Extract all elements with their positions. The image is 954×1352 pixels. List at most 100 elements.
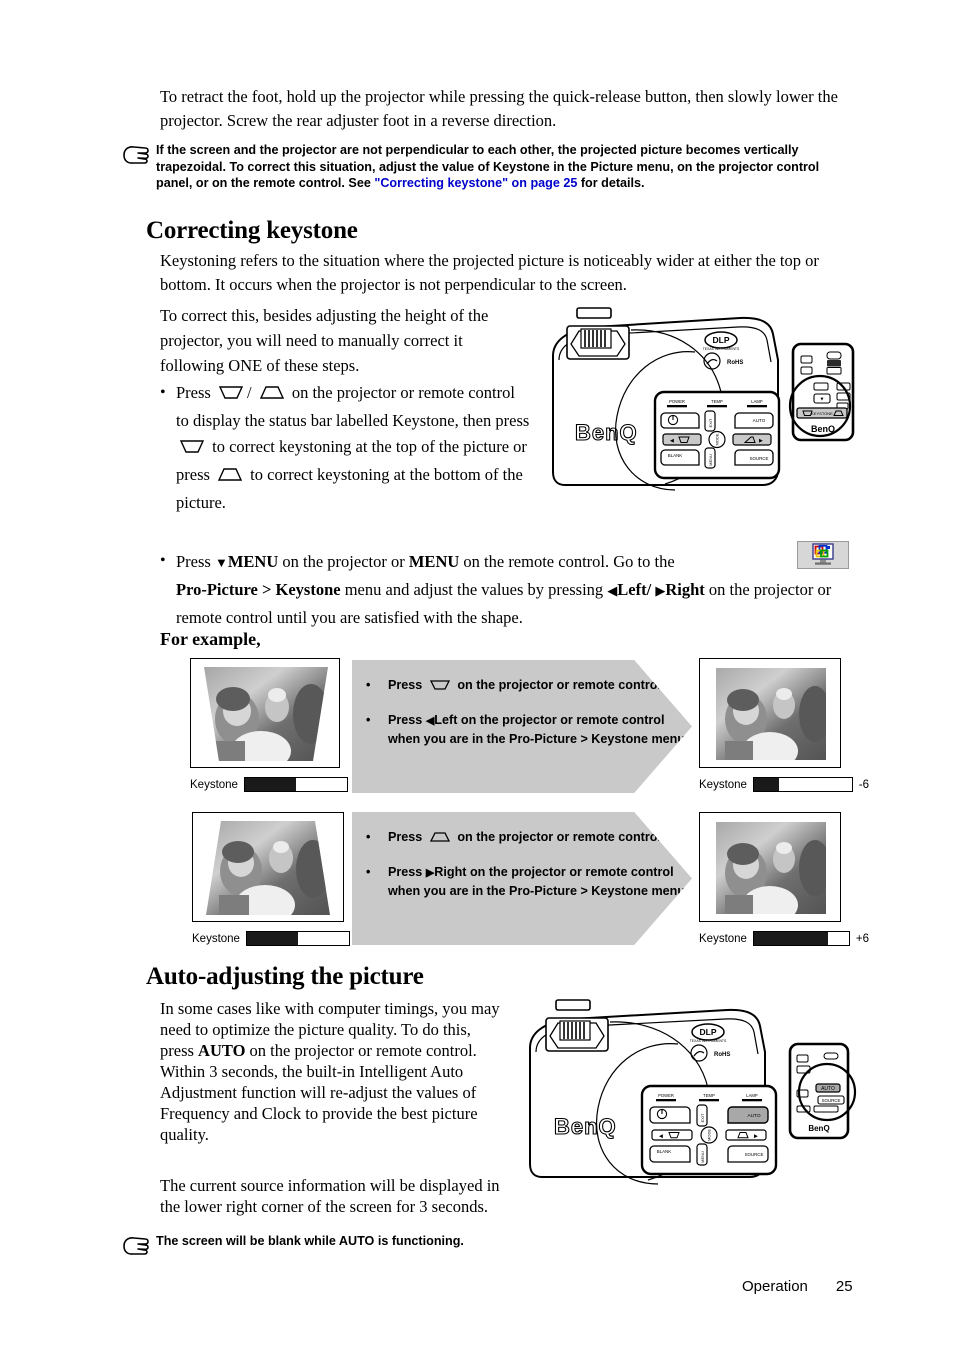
menu-label-projector: MENU xyxy=(227,552,279,571)
callout-1-after: on the projector or remote control. xyxy=(457,678,665,692)
left-button-label: Left/ xyxy=(617,580,652,599)
example-1-callout: • Press on the projector or remote contr… xyxy=(352,660,692,793)
keystone-bar-label: Keystone xyxy=(190,778,238,791)
bullet-menu-navigation-text: Press ▼MENU on the projector or MENU on … xyxy=(176,548,860,631)
svg-text:◀: ◀ xyxy=(659,1134,663,1140)
auto-paragraph-1: In some cases like with computer timings… xyxy=(160,998,500,1145)
svg-text:SOURCE: SOURCE xyxy=(750,456,769,461)
keystone-bar-track[interactable] xyxy=(752,777,853,792)
callout-item-1: • Press on the projector or remote contr… xyxy=(366,676,692,697)
down-triangle-icon: ▼ xyxy=(214,555,228,570)
keystone-bar-label: Keystone xyxy=(699,932,747,945)
projected-image-wide-top xyxy=(190,658,340,768)
keystone-bar-label: Keystone xyxy=(699,778,747,791)
keystone-bar-value: +6 xyxy=(855,932,869,945)
svg-text:BenQ: BenQ xyxy=(554,1114,617,1139)
callout-item-2-text: Press ▶Right on the projector or remote … xyxy=(388,863,692,901)
svg-text:POWER: POWER xyxy=(658,1093,674,1098)
keystone-bar-row: Keystone 0 xyxy=(192,931,362,946)
svg-text:TEXAS INSTRUMENTS: TEXAS INSTRUMENTS xyxy=(703,347,740,351)
menu-monitor-icon-box xyxy=(797,541,849,569)
bullet2-text-4: menu and adjust the values by pressing xyxy=(344,580,604,599)
svg-text:TEMP: TEMP xyxy=(711,399,723,404)
svg-text:RoHS: RoHS xyxy=(727,360,743,366)
svg-text:▶: ▶ xyxy=(759,438,763,444)
projector-illustration-auto: DLP TEXAS INSTRUMENTS RoHS BenQ POWER TE… xyxy=(512,992,872,1192)
bullet-keystone-buttons-text: Press / on the projector or remote contr… xyxy=(176,380,530,516)
bullet1-sep: / xyxy=(246,383,252,402)
callout-item-2: • Press ▶Right on the projector or remot… xyxy=(366,863,692,901)
bullet-marker: • xyxy=(366,712,371,727)
bullet-keystone-buttons: • Press / on the projector or remote con… xyxy=(160,380,530,516)
keystone-up-icon xyxy=(259,382,285,408)
footer-section-label: Operation xyxy=(742,1278,808,1295)
svg-text:DLP: DLP xyxy=(700,1027,717,1037)
keystone-bar-row: Keystone +6 xyxy=(699,931,869,946)
callout-1-press: Press xyxy=(388,830,423,844)
bullet2-text-2: on the projector or xyxy=(282,552,405,571)
right-arrow-icon: ▶ xyxy=(655,583,666,598)
keystone-down-icon xyxy=(218,382,244,408)
keystone-down-icon xyxy=(179,436,205,462)
menu-monitor-icon xyxy=(812,543,834,565)
bullet-marker: • xyxy=(366,864,371,879)
callout-1-after: on the projector or remote control. xyxy=(457,830,665,844)
menu-label-remote: MENU xyxy=(408,552,460,571)
svg-text:DLP: DLP xyxy=(713,335,730,345)
keystone-up-icon xyxy=(429,830,451,849)
heading-auto-adjusting: Auto-adjusting the picture xyxy=(146,963,424,990)
svg-text:MODE: MODE xyxy=(707,1129,712,1141)
svg-text:TEMP: TEMP xyxy=(703,1093,715,1098)
keystone-bar-label: Keystone xyxy=(192,932,240,945)
svg-text:POWER: POWER xyxy=(669,399,685,404)
keystone-bar-fill xyxy=(246,932,298,945)
svg-text:BLANK: BLANK xyxy=(668,453,682,458)
keystone-bar-fill xyxy=(244,778,296,791)
callout-2-press: Press xyxy=(388,712,423,727)
keystone-down-icon xyxy=(429,678,451,697)
callout-item-2: • Press ◀Left on the projector or remote… xyxy=(366,711,692,749)
callout-1-press: Press xyxy=(388,678,423,692)
callout-item-1-text: Press on the projector or remote control… xyxy=(388,828,692,849)
auto-paragraph-2: The current source information will be d… xyxy=(160,1176,500,1216)
bullet-menu-navigation: • Press ▼MENU on the projector or MENU o… xyxy=(160,548,860,631)
callout-item-1: • Press on the projector or remote contr… xyxy=(366,828,692,849)
svg-text:EXIT: EXIT xyxy=(700,1113,705,1122)
note-link-correcting-keystone[interactable]: "Correcting keystone" on page 25 xyxy=(374,176,577,190)
page-footer: Operation 25 xyxy=(742,1278,853,1295)
document-page: To retract the foot, hold up the project… xyxy=(0,0,954,1352)
svg-text:RoHS: RoHS xyxy=(714,1052,730,1058)
keystone-bar-track[interactable] xyxy=(752,931,850,946)
bullet-marker: • xyxy=(366,678,371,692)
right-button-label: Right xyxy=(665,580,705,599)
pointing-hand-icon xyxy=(120,1235,150,1262)
bullet2-text-3: on the remote control. Go to the xyxy=(463,552,675,571)
callout-2-text: Left on the projector or remote control … xyxy=(388,712,689,747)
svg-text:BenQ: BenQ xyxy=(575,420,638,445)
example-2-after: Keystone +6 xyxy=(699,812,869,946)
keystone-bar-track[interactable] xyxy=(245,931,350,946)
keystone-bar-track[interactable] xyxy=(243,777,348,792)
callout-2-text: Right on the projector or remote control… xyxy=(388,864,689,899)
pointing-hand-icon xyxy=(120,144,150,171)
auto-button-label: AUTO xyxy=(198,1041,246,1060)
keystone-up-icon xyxy=(217,464,243,490)
note-auto-blank-text: The screen will be blank while AUTO is f… xyxy=(156,1234,464,1248)
svg-text:MENU: MENU xyxy=(708,454,713,466)
example-2-callout: • Press on the projector or remote contr… xyxy=(352,812,692,945)
keystone-bar-row: Keystone 0 xyxy=(190,777,360,792)
projected-image-wide-bottom xyxy=(192,812,344,922)
callout-item-2-text: Press ◀Left on the projector or remote c… xyxy=(388,711,692,749)
bullet2-text-1: Press xyxy=(176,552,211,571)
example-2-before: Keystone 0 xyxy=(192,812,362,946)
projected-image-rectangular xyxy=(699,812,841,922)
svg-text:AUTO: AUTO xyxy=(753,418,766,423)
menu-path-pro-picture-keystone: Pro-Picture > Keystone xyxy=(176,580,341,599)
callout-item-1-text: Press on the projector or remote control… xyxy=(388,676,692,697)
svg-text:BenQ: BenQ xyxy=(808,1124,829,1133)
keystone-lead-paragraph: To correct this, besides adjusting the h… xyxy=(160,306,489,375)
svg-text:SOURCE: SOURCE xyxy=(822,1098,841,1103)
svg-text:AUTO: AUTO xyxy=(821,1086,835,1092)
projected-image-rectangular xyxy=(699,658,841,768)
keystone-bar-fill xyxy=(753,932,828,945)
